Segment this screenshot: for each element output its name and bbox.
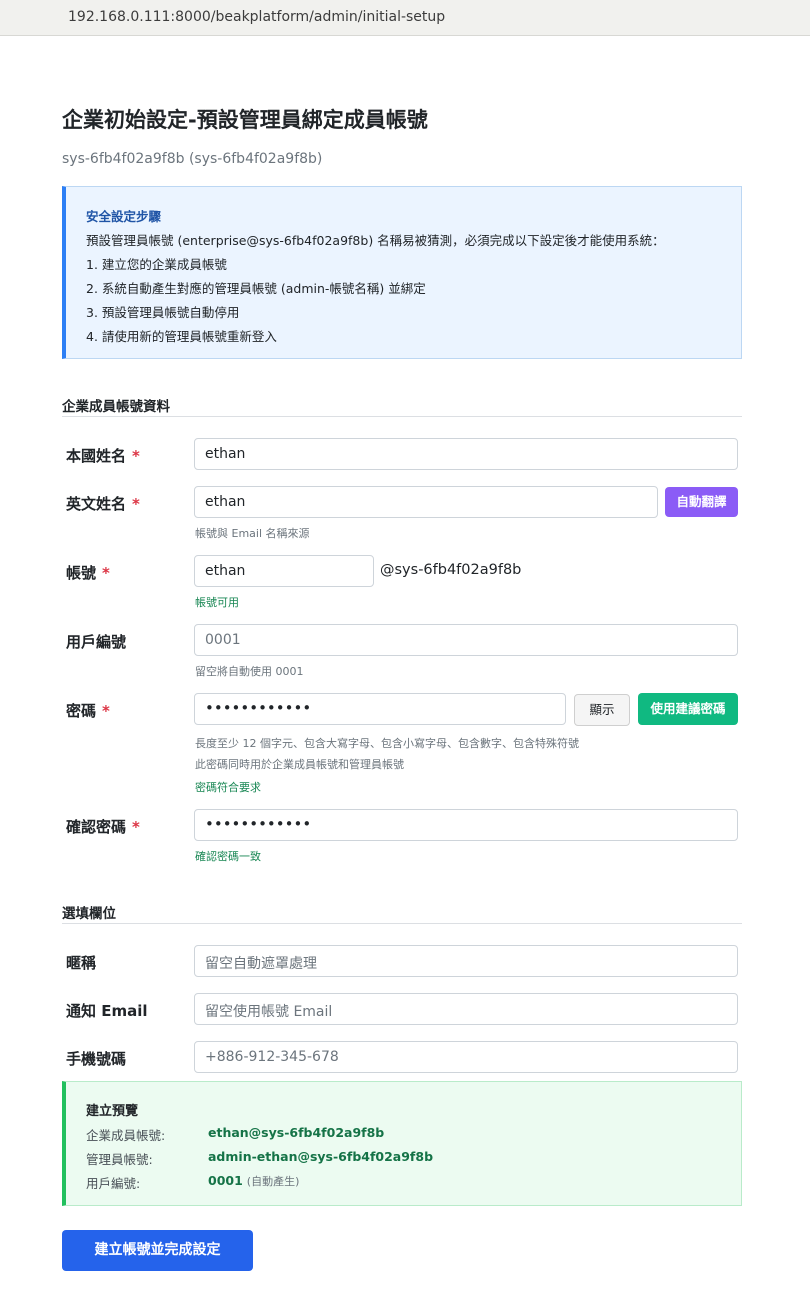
account-label: 帳號 * xyxy=(66,564,110,582)
required-mark: * xyxy=(132,495,140,513)
preview-member-label: 企業成員帳號: xyxy=(86,1128,166,1143)
account-input[interactable]: ethan xyxy=(194,555,374,587)
mobile-input[interactable]: +886-912-345-678 xyxy=(194,1041,738,1073)
nickname-label: 暱稱 xyxy=(66,954,97,972)
browser-address-bar[interactable]: 192.168.0.111:8000/beakplatform/admin/in… xyxy=(0,0,810,36)
member-section-title: 企業成員帳號資料 xyxy=(62,399,170,415)
user-id-input[interactable]: 0001 xyxy=(194,624,738,656)
security-steps-title: 安全設定步驟 xyxy=(86,209,162,224)
password-shared-help: 此密碼同時用於企業成員帳號和管理員帳號 xyxy=(195,758,404,771)
user-id-help: 留空將自動使用 0001 xyxy=(195,665,304,678)
preview-userid-label: 用戶編號: xyxy=(86,1176,141,1191)
native-name-input[interactable]: ethan xyxy=(194,438,738,470)
notify-email-input[interactable]: 留空使用帳號 Email xyxy=(194,993,738,1025)
auto-translate-button[interactable]: 自動翻譯 xyxy=(665,487,738,517)
use-suggested-password-button[interactable]: 使用建議密碼 xyxy=(638,693,738,725)
english-name-label: 英文姓名 * xyxy=(66,495,140,513)
password-label: 密碼 * xyxy=(66,702,110,720)
optional-section-divider xyxy=(62,923,742,924)
nickname-input[interactable]: 留空自動遮罩處理 xyxy=(194,945,738,977)
create-account-submit-button[interactable]: 建立帳號並完成設定 xyxy=(62,1230,253,1271)
required-mark: * xyxy=(102,702,110,720)
required-mark: * xyxy=(132,818,140,836)
notify-email-label: 通知 Email xyxy=(66,1002,148,1020)
url-text[interactable]: 192.168.0.111:8000/beakplatform/admin/in… xyxy=(68,9,445,25)
english-name-help: 帳號與 Email 名稱來源 xyxy=(195,527,310,540)
preview-member-value: ethan@sys-6fb4f02a9f8b xyxy=(208,1125,385,1140)
password-valid-status: 密碼符合要求 xyxy=(195,781,261,794)
account-domain-suffix: @sys-6fb4f02a9f8b xyxy=(380,562,522,578)
security-steps-box: 安全設定步驟 預設管理員帳號 (enterprise@sys-6fb4f02a9… xyxy=(62,186,742,359)
password-requirements-help: 長度至少 12 個字元、包含大寫字母、包含小寫字母、包含數字、包含特殊符號 xyxy=(195,737,579,750)
english-name-input[interactable]: ethan xyxy=(194,486,658,518)
page-title: 企業初始設定-預設管理員綁定成員帳號 xyxy=(62,108,428,132)
native-name-label: 本國姓名 * xyxy=(66,447,140,465)
show-password-button[interactable]: 顯示 xyxy=(574,694,630,726)
security-step-1: 1. 建立您的企業成員帳號 xyxy=(86,257,227,272)
preview-admin-value: admin-ethan@sys-6fb4f02a9f8b xyxy=(208,1149,434,1164)
required-mark: * xyxy=(132,447,140,465)
member-section-divider xyxy=(62,416,742,417)
user-id-label: 用戶編號 xyxy=(66,633,127,651)
confirm-password-status: 確認密碼一致 xyxy=(195,850,261,863)
preview-title: 建立預覽 xyxy=(86,1104,139,1119)
security-step-3: 3. 預設管理員帳號自動停用 xyxy=(86,305,240,320)
confirm-password-label: 確認密碼 * xyxy=(66,818,140,836)
account-available-status: 帳號可用 xyxy=(195,596,239,609)
security-steps-intro: 預設管理員帳號 (enterprise@sys-6fb4f02a9f8b) 名稱… xyxy=(86,233,665,248)
optional-section-title: 選填欄位 xyxy=(62,906,116,922)
security-step-4: 4. 請使用新的管理員帳號重新登入 xyxy=(86,329,277,344)
confirm-password-input[interactable]: •••••••••••• xyxy=(194,809,738,841)
mobile-label: 手機號碼 xyxy=(66,1050,127,1068)
password-input[interactable]: •••••••••••• xyxy=(194,693,566,725)
preview-admin-label: 管理員帳號: xyxy=(86,1152,153,1167)
security-step-2: 2. 系統自動產生對應的管理員帳號 (admin-帳號名稱) 並綁定 xyxy=(86,281,426,296)
preview-userid-note: (自動產生) xyxy=(246,1175,300,1188)
required-mark: * xyxy=(102,564,110,582)
creation-preview-box: 建立預覽 企業成員帳號: ethan@sys-6fb4f02a9f8b 管理員帳… xyxy=(62,1081,742,1206)
preview-userid-value: 0001 (自動產生) xyxy=(208,1173,300,1188)
enterprise-subtitle: sys-6fb4f02a9f8b (sys-6fb4f02a9f8b) xyxy=(62,151,323,167)
